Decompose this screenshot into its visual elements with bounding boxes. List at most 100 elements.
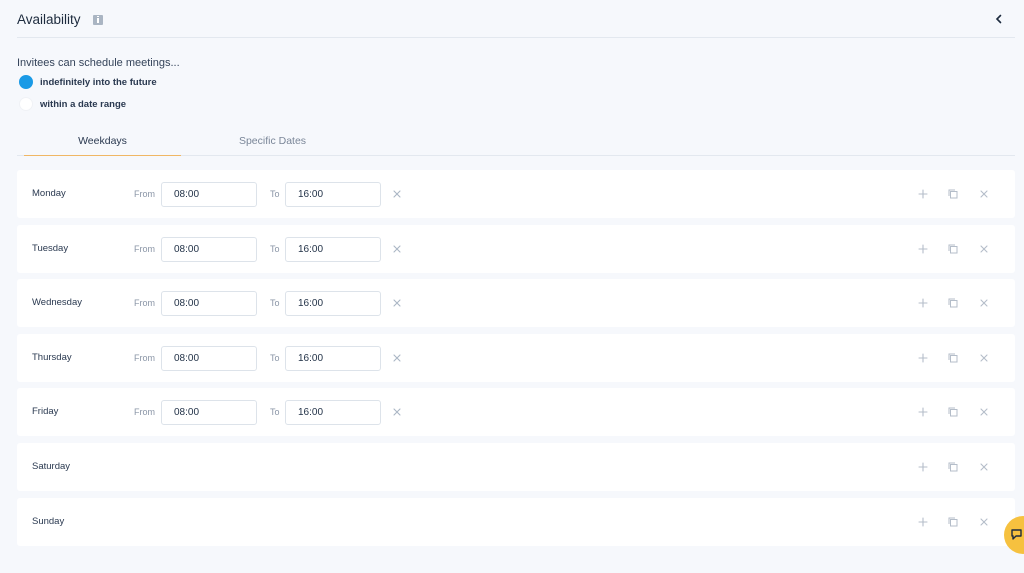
copy-day-button[interactable] bbox=[947, 352, 959, 364]
clear-day-button[interactable] bbox=[978, 243, 990, 255]
end-time-input[interactable] bbox=[285, 345, 381, 371]
copy-icon bbox=[948, 189, 958, 199]
copy-icon bbox=[948, 353, 958, 363]
copy-icon bbox=[948, 244, 958, 254]
add-interval-button[interactable] bbox=[917, 188, 929, 200]
add-interval-button[interactable] bbox=[917, 461, 929, 473]
day-row-sunday: Sunday bbox=[17, 497, 1015, 546]
plus-icon bbox=[918, 189, 928, 199]
end-time-input[interactable] bbox=[285, 182, 381, 207]
from-label: From bbox=[134, 189, 155, 199]
clear-day-button[interactable] bbox=[978, 406, 990, 418]
collapse-button[interactable] bbox=[993, 13, 1005, 25]
end-time-input[interactable] bbox=[285, 400, 381, 426]
radio-button[interactable] bbox=[19, 97, 33, 111]
from-label: From bbox=[134, 407, 155, 418]
option-label: within a date range bbox=[40, 98, 127, 110]
day-name: Saturday bbox=[32, 461, 71, 472]
remove-interval-button[interactable] bbox=[391, 188, 403, 200]
page-title: Availability bbox=[17, 12, 81, 27]
day-row-saturday: Saturday bbox=[17, 443, 1015, 491]
day-name: Tuesday bbox=[32, 242, 69, 254]
add-interval-button[interactable] bbox=[917, 406, 929, 418]
clear-day-button[interactable] bbox=[978, 188, 990, 200]
add-interval-button[interactable] bbox=[917, 516, 929, 528]
day-name: Monday bbox=[32, 188, 66, 199]
close-icon bbox=[980, 245, 988, 253]
plus-icon bbox=[918, 517, 928, 527]
remove-interval-button[interactable] bbox=[391, 406, 403, 418]
option-date-range[interactable]: within a date range bbox=[19, 96, 126, 112]
day-row-wednesday: Wednesday From To bbox=[17, 279, 1015, 328]
add-interval-button[interactable] bbox=[917, 297, 929, 309]
close-icon bbox=[393, 245, 401, 253]
end-time-input[interactable] bbox=[285, 291, 381, 317]
clear-day-button[interactable] bbox=[978, 297, 990, 309]
close-icon bbox=[393, 299, 401, 307]
add-interval-button[interactable] bbox=[917, 352, 929, 364]
copy-icon bbox=[948, 517, 958, 527]
close-icon bbox=[393, 408, 401, 416]
info-icon[interactable] bbox=[93, 15, 103, 25]
remove-interval-button[interactable] bbox=[391, 352, 403, 364]
day-row-thursday: Thursday From To bbox=[17, 333, 1015, 382]
copy-icon bbox=[948, 407, 958, 417]
from-label: From bbox=[134, 298, 155, 309]
copy-icon bbox=[948, 462, 958, 472]
tab-specific-dates[interactable]: Specific Dates bbox=[194, 128, 351, 156]
to-label: To bbox=[270, 243, 280, 254]
to-label: To bbox=[270, 407, 280, 418]
close-icon bbox=[980, 408, 988, 416]
from-label: From bbox=[134, 243, 155, 254]
close-icon bbox=[980, 463, 988, 471]
copy-day-button[interactable] bbox=[947, 461, 959, 473]
close-icon bbox=[980, 354, 988, 362]
option-label: indefinitely into the future bbox=[40, 76, 157, 88]
close-icon bbox=[980, 190, 988, 198]
plus-icon bbox=[918, 298, 928, 308]
end-time-input[interactable] bbox=[285, 236, 381, 262]
chat-icon bbox=[1011, 529, 1022, 540]
tab-bar: Weekdays Specific Dates bbox=[17, 128, 1015, 156]
day-row-tuesday: Tuesday From To bbox=[17, 224, 1015, 273]
clear-day-button[interactable] bbox=[978, 352, 990, 364]
day-row-monday: Monday From To bbox=[17, 170, 1015, 218]
plus-icon bbox=[918, 462, 928, 472]
from-label: From bbox=[134, 352, 155, 363]
copy-day-button[interactable] bbox=[947, 243, 959, 255]
copy-day-button[interactable] bbox=[947, 406, 959, 418]
add-interval-button[interactable] bbox=[917, 243, 929, 255]
radio-button[interactable] bbox=[19, 75, 33, 89]
remove-interval-button[interactable] bbox=[391, 243, 403, 255]
remove-interval-button[interactable] bbox=[391, 297, 403, 309]
start-time-input[interactable] bbox=[161, 236, 257, 262]
availability-header: Availability bbox=[17, 0, 1015, 38]
day-name: Sunday bbox=[32, 515, 65, 527]
to-label: To bbox=[270, 189, 280, 199]
day-name: Thursday bbox=[32, 351, 72, 363]
copy-day-button[interactable] bbox=[947, 297, 959, 309]
copy-day-button[interactable] bbox=[947, 188, 959, 200]
chevron-left-icon bbox=[995, 14, 1002, 24]
close-icon bbox=[393, 190, 401, 198]
copy-icon bbox=[948, 298, 958, 308]
plus-icon bbox=[918, 244, 928, 254]
tab-weekdays[interactable]: Weekdays bbox=[24, 128, 181, 156]
clear-day-button[interactable] bbox=[978, 461, 990, 473]
start-time-input[interactable] bbox=[161, 400, 257, 426]
start-time-input[interactable] bbox=[161, 345, 257, 371]
start-time-input[interactable] bbox=[161, 291, 257, 317]
close-icon bbox=[980, 299, 988, 307]
clear-day-button[interactable] bbox=[978, 516, 990, 528]
option-indefinitely[interactable]: indefinitely into the future bbox=[19, 74, 157, 90]
copy-day-button[interactable] bbox=[947, 516, 959, 528]
start-time-input[interactable] bbox=[161, 182, 257, 207]
day-row-friday: Friday From To bbox=[17, 388, 1015, 437]
plus-icon bbox=[918, 407, 928, 417]
schedule-question: Invitees can schedule meetings... bbox=[17, 57, 180, 69]
close-icon bbox=[980, 518, 988, 526]
close-icon bbox=[393, 354, 401, 362]
plus-icon bbox=[918, 353, 928, 363]
to-label: To bbox=[270, 298, 280, 309]
to-label: To bbox=[270, 352, 280, 363]
